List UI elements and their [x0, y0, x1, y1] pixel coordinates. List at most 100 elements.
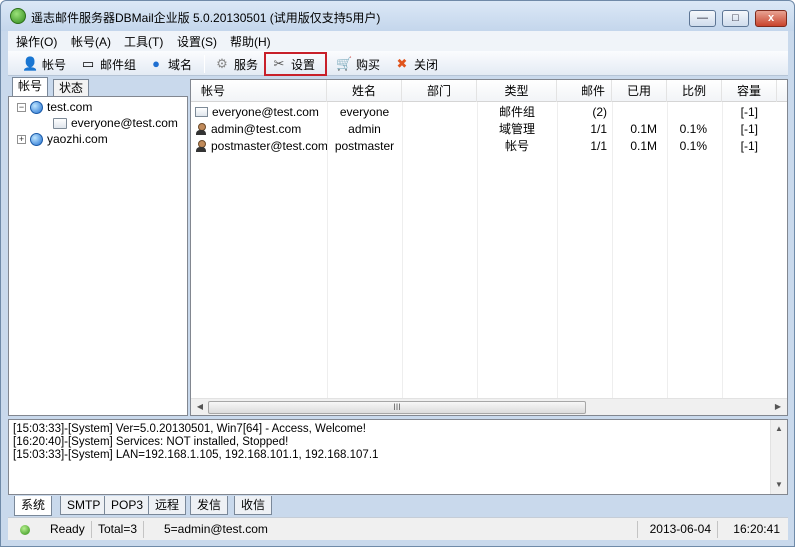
- main-window: 遥志邮件服务器DBMail企业版 5.0.20130501 (试用版仅支持5用户…: [0, 0, 795, 547]
- menu-help[interactable]: 帮助(H): [230, 33, 271, 50]
- tree-item-label: yaozhi.com: [47, 132, 108, 146]
- settings-button-label: 设置: [291, 57, 316, 72]
- tab-remote[interactable]: 远程: [148, 496, 187, 515]
- cell-mail: 1/1: [590, 139, 607, 153]
- title-bar[interactable]: 遥志邮件服务器DBMail企业版 5.0.20130501 (试用版仅支持5用户…: [1, 1, 794, 31]
- cell-account: admin@test.com: [195, 121, 327, 138]
- scroll-thumb[interactable]: III: [208, 401, 586, 414]
- col-mail[interactable]: 邮件: [557, 80, 612, 102]
- app-logo-icon: [10, 8, 26, 24]
- domain-button[interactable]: ● 域名: [148, 53, 192, 75]
- service-button[interactable]: ⚙ 服务: [214, 53, 258, 75]
- tab-smtp[interactable]: SMTP: [60, 496, 108, 515]
- status-bar: Ready Total=3 5=admin@test.com 2013-06-0…: [8, 517, 788, 540]
- log-panel: [15:03:33]-[System] Ver=5.0.20130501, Wi…: [8, 419, 788, 495]
- collapse-icon[interactable]: −: [17, 102, 26, 112]
- scroll-down-icon[interactable]: ▼: [773, 479, 785, 491]
- buy-button[interactable]: 🛒 购买: [336, 53, 380, 75]
- menu-settings[interactable]: 设置(S): [177, 33, 217, 50]
- close-button[interactable]: ✖ 关闭: [394, 53, 438, 75]
- tree-item-everyone[interactable]: everyone@test.com: [53, 115, 178, 131]
- menu-operate[interactable]: 操作(O): [16, 33, 57, 50]
- tab-status[interactable]: 状态: [53, 79, 90, 97]
- user-icon: 👤: [22, 56, 39, 71]
- col-ratio[interactable]: 比例: [667, 80, 722, 102]
- tree-item-label: test.com: [47, 100, 93, 114]
- horizontal-scrollbar[interactable]: ◀ III ▶: [191, 398, 787, 415]
- tab-pop3[interactable]: POP3: [104, 496, 151, 515]
- scroll-up-icon[interactable]: ▲: [773, 423, 785, 435]
- expand-icon[interactable]: +: [17, 134, 26, 144]
- cell-used: 0.1M: [630, 122, 657, 136]
- menu-tools[interactable]: 工具(T): [124, 33, 163, 50]
- cell-name: everyone: [339, 105, 390, 119]
- cell-used: [612, 104, 657, 121]
- settings-button[interactable]: ✂ 设置: [264, 52, 328, 76]
- cart-icon: 🛒: [336, 56, 353, 71]
- tab-receive[interactable]: 收信: [234, 496, 273, 515]
- table-row[interactable]: everyone@test.com everyone 邮件组 (2) [-1]: [191, 104, 787, 121]
- col-name[interactable]: 姓名: [327, 80, 402, 102]
- status-leaf-icon: [20, 525, 30, 535]
- mailgroup-button[interactable]: ▭ 邮件组: [80, 53, 136, 75]
- col-type[interactable]: 类型: [477, 80, 557, 102]
- close-window-button[interactable]: x: [755, 10, 787, 27]
- cell-account: everyone@test.com: [195, 104, 327, 121]
- table-row[interactable]: postmaster@test.com postmaster 帐号 1/1 0.…: [191, 138, 787, 155]
- status-selected: 5=admin@test.com: [158, 521, 638, 538]
- log-line: [15:03:33]-[System] Ver=5.0.20130501, Wi…: [13, 423, 366, 435]
- cell-type: 帐号: [504, 139, 529, 153]
- log-tabs: 系统 SMTP POP3 远程 发信 收信: [8, 496, 788, 516]
- col-dept[interactable]: 部门: [402, 80, 477, 102]
- group-icon: [195, 107, 208, 117]
- account-list: 帐号 姓名 部门 类型 邮件 已用 比例 容量 everyone@test.co…: [190, 79, 788, 416]
- table-row[interactable]: admin@test.com admin 域管理 1/1 0.1M 0.1% […: [191, 121, 787, 138]
- cell-dept: [402, 138, 477, 155]
- close-icon: ✖: [396, 56, 408, 71]
- scroll-left-icon[interactable]: ◀: [194, 401, 206, 413]
- status-time: 16:20:41: [733, 522, 780, 536]
- cell-capacity: [-1]: [740, 105, 758, 119]
- account-button-label: 帐号: [42, 57, 67, 72]
- cell-dept: [402, 104, 477, 121]
- cell-name: admin: [348, 122, 381, 136]
- tab-send[interactable]: 发信: [190, 496, 229, 515]
- tools-icon: ✂: [273, 56, 285, 71]
- cell-account: postmaster@test.com: [195, 138, 327, 155]
- col-capacity[interactable]: 容量: [722, 80, 777, 102]
- maximize-button[interactable]: □: [722, 10, 749, 27]
- tree-item-yaozhi-com[interactable]: + yaozhi.com: [17, 131, 108, 147]
- cell-account-text: everyone@test.com: [212, 105, 319, 119]
- cell-ratio: 0.1%: [679, 122, 707, 136]
- tab-system[interactable]: 系统: [14, 496, 53, 516]
- cell-mail: (2): [592, 105, 607, 119]
- log-line: [16:20:40]-[System] Services: NOT instal…: [13, 436, 289, 448]
- service-button-label: 服务: [234, 57, 259, 72]
- cell-name: postmaster: [334, 139, 395, 153]
- tree-item-label: everyone@test.com: [71, 116, 178, 130]
- user-icon: [195, 140, 207, 152]
- cell-capacity: [-1]: [740, 139, 758, 153]
- cell-account-text: admin@test.com: [211, 122, 302, 136]
- menu-account[interactable]: 帐号(A): [71, 33, 111, 50]
- col-account[interactable]: 帐号: [191, 80, 327, 102]
- group-icon: [53, 117, 67, 129]
- tree-item-test-com[interactable]: − test.com: [17, 99, 92, 115]
- close-button-label: 关闭: [414, 57, 439, 72]
- status-date: 2013-06-04: [642, 521, 718, 538]
- col-used[interactable]: 已用: [612, 80, 667, 102]
- user-icon: [195, 123, 207, 135]
- log-line: [15:03:33]-[System] LAN=192.168.1.105, 1…: [13, 449, 379, 461]
- cell-mail: 1/1: [590, 122, 607, 136]
- cell-account-text: postmaster@test.com: [211, 139, 327, 153]
- cell-capacity: [-1]: [740, 122, 758, 136]
- account-button[interactable]: 👤 帐号: [22, 53, 66, 75]
- status-total: Total=3: [92, 521, 145, 538]
- domain-button-label: 域名: [168, 57, 193, 72]
- tab-account[interactable]: 帐号: [12, 77, 49, 97]
- vertical-scrollbar[interactable]: ▲ ▼: [770, 420, 787, 494]
- minimize-button[interactable]: —: [689, 10, 716, 27]
- window-title: 遥志邮件服务器DBMail企业版 5.0.20130501 (试用版仅支持5用户…: [31, 11, 381, 25]
- cell-ratio: [667, 104, 707, 121]
- scroll-right-icon[interactable]: ▶: [772, 401, 784, 413]
